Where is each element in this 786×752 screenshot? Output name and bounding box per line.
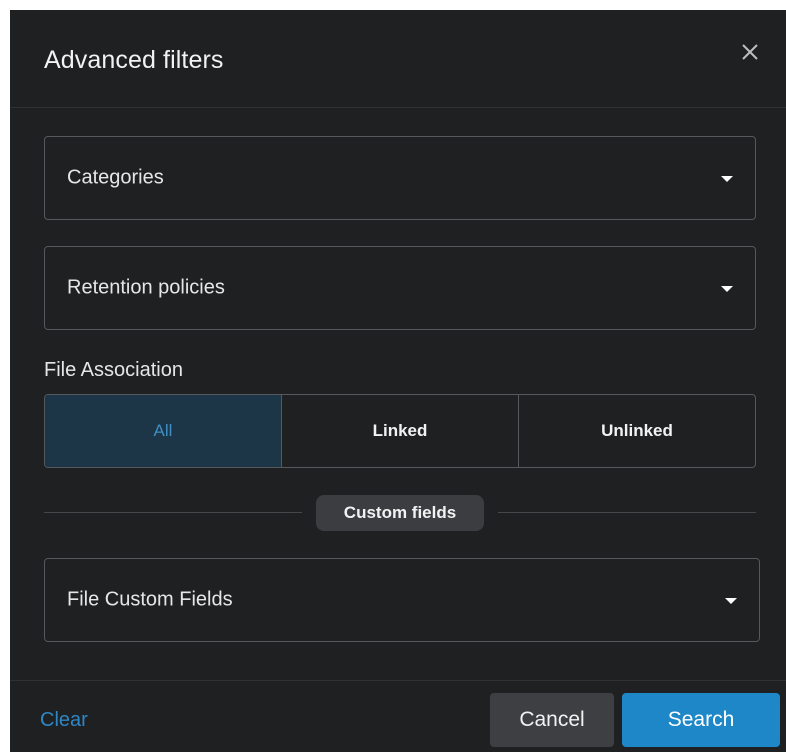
custom-fields-divider-label: Custom fields xyxy=(316,495,484,531)
categories-select[interactable]: Categories xyxy=(44,136,756,220)
categories-label: Categories xyxy=(67,166,164,189)
search-button[interactable]: Search xyxy=(622,693,780,747)
segment-unlinked[interactable]: Unlinked xyxy=(519,395,755,467)
file-custom-fields-label: File Custom Fields xyxy=(67,588,233,611)
segment-linked[interactable]: Linked xyxy=(282,395,519,467)
divider-line-right xyxy=(498,512,756,513)
caret-down-icon xyxy=(721,286,733,292)
retention-policies-label: Retention policies xyxy=(67,276,225,299)
close-icon xyxy=(742,44,758,60)
caret-down-icon xyxy=(725,598,737,604)
dialog-title: Advanced filters xyxy=(44,46,224,74)
file-custom-fields-select[interactable]: File Custom Fields xyxy=(44,558,760,642)
clear-link[interactable]: Clear xyxy=(40,709,88,732)
divider-line-left xyxy=(44,512,302,513)
dialog-footer: Clear Cancel Search xyxy=(10,680,786,752)
close-button[interactable] xyxy=(736,38,764,66)
segment-all[interactable]: All xyxy=(45,395,282,467)
advanced-filters-dialog: Advanced filters Categories Retention po… xyxy=(10,10,786,752)
cancel-button[interactable]: Cancel xyxy=(490,693,614,747)
file-association-label: File Association xyxy=(44,359,183,381)
file-association-toggle: All Linked Unlinked xyxy=(44,394,756,468)
retention-policies-select[interactable]: Retention policies xyxy=(44,246,756,330)
dialog-header: Advanced filters xyxy=(10,10,786,108)
caret-down-icon xyxy=(721,176,733,182)
